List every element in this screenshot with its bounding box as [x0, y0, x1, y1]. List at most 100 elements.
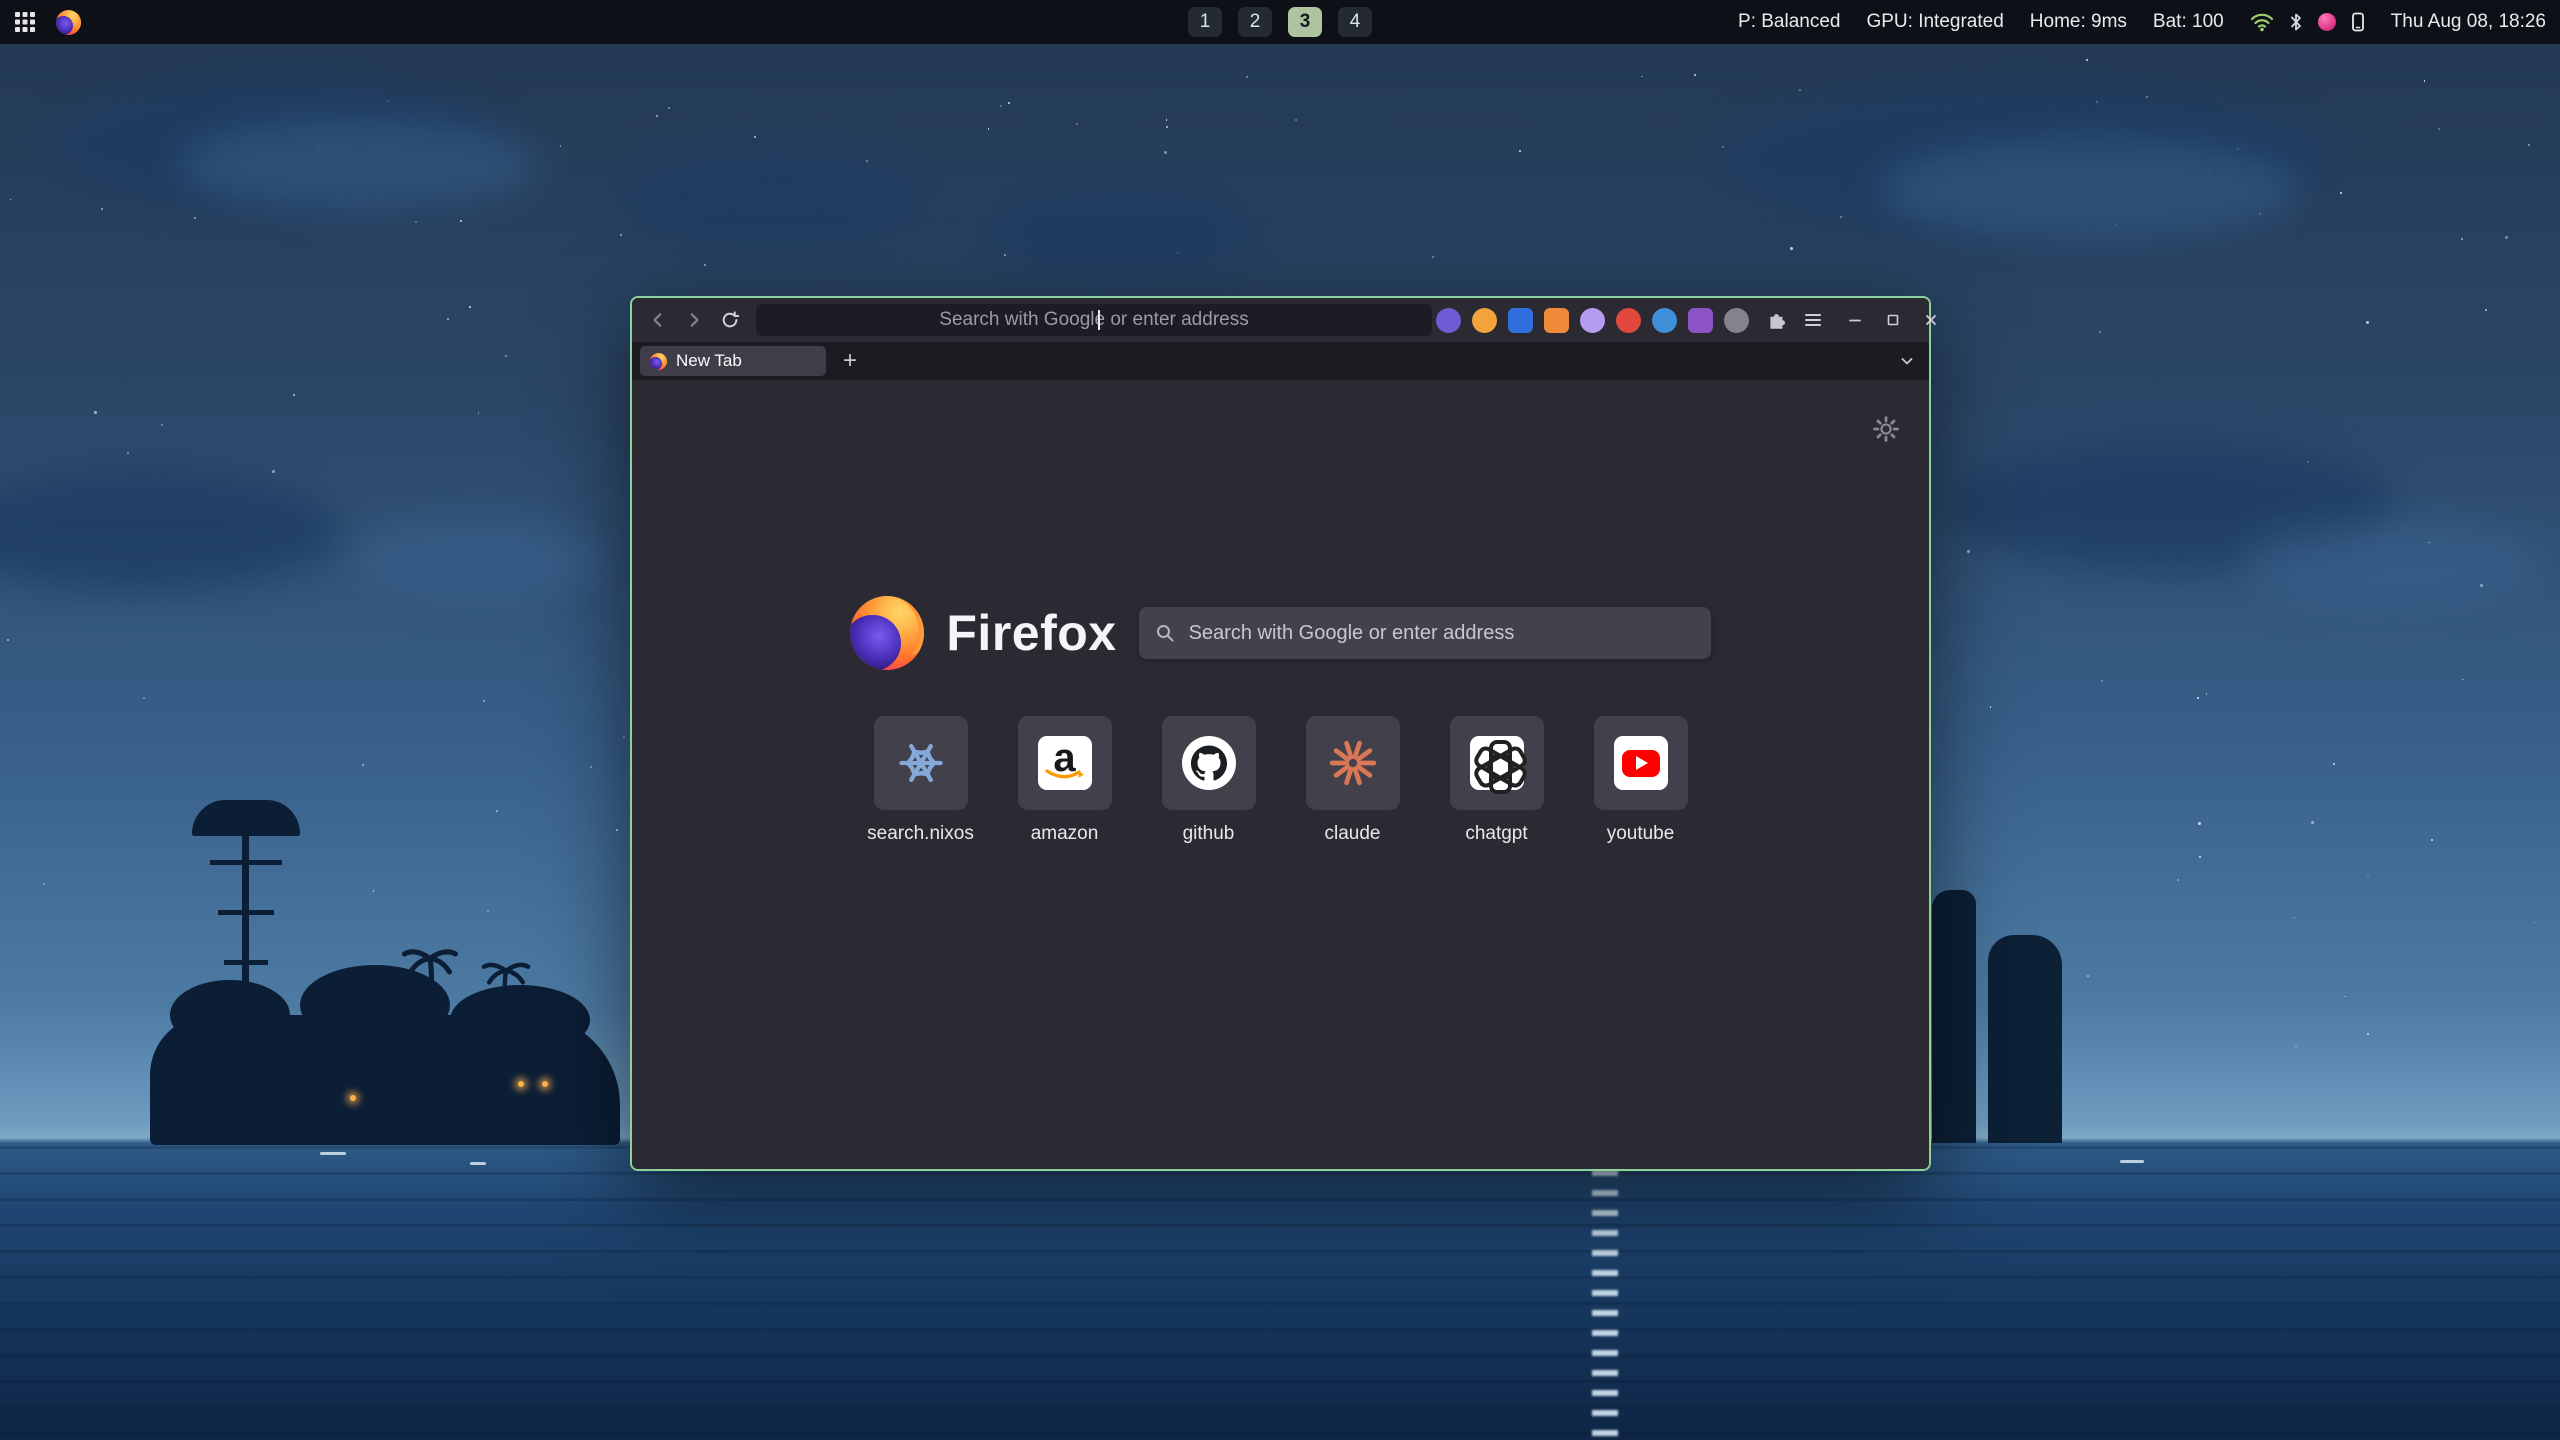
new-tab-page: Firefox — [632, 380, 1929, 1169]
shortcut-label: amazon — [1031, 823, 1099, 845]
bluetooth-icon[interactable] — [2289, 12, 2303, 32]
tab-new-tab[interactable]: New Tab — [640, 346, 826, 376]
forward-button[interactable] — [678, 304, 710, 336]
star — [272, 470, 275, 473]
palm-tree-icon — [480, 955, 532, 1015]
star — [988, 128, 990, 130]
extension-icon-1[interactable] — [1436, 308, 1461, 333]
maximize-button[interactable] — [1877, 304, 1909, 336]
shortcut-label: chatgpt — [1465, 823, 1527, 845]
wifi-icon[interactable] — [2250, 12, 2274, 32]
workspace-2[interactable]: 2 — [1238, 7, 1272, 37]
minimize-button[interactable] — [1839, 304, 1871, 336]
star — [1000, 105, 1002, 107]
back-button[interactable] — [642, 304, 674, 336]
star — [94, 411, 97, 414]
star — [2366, 321, 2369, 324]
star — [1295, 119, 1297, 121]
pier — [260, 1131, 560, 1139]
star — [2367, 875, 2369, 877]
star — [161, 424, 163, 426]
new-tab-button[interactable]: + — [836, 347, 864, 375]
home-latency-module: Home: 9ms — [2030, 11, 2127, 33]
top-bar: 1 2 3 4 P: Balanced GPU: Integrated Home… — [0, 0, 2560, 44]
star — [1432, 256, 1434, 258]
list-all-tabs-chevron-icon[interactable] — [1893, 347, 1921, 375]
star — [2431, 839, 2433, 841]
extension-icon-5[interactable] — [1580, 308, 1605, 333]
star — [656, 115, 658, 117]
openai-knot-icon — [1473, 739, 1521, 787]
firefox-icon[interactable] — [56, 10, 81, 35]
magenta-indicator-icon[interactable] — [2318, 13, 2336, 31]
star — [1519, 150, 1521, 152]
shortcut-claude[interactable]: claude — [1294, 716, 1412, 845]
workspace-3-active[interactable]: 3 — [1288, 7, 1322, 37]
star — [194, 217, 196, 219]
firefox-wordmark: Firefox — [946, 604, 1116, 662]
star — [668, 107, 670, 109]
gpu-module: GPU: Integrated — [1866, 11, 2003, 33]
star — [101, 208, 103, 210]
star — [2505, 236, 2508, 239]
hut-light — [350, 1095, 356, 1101]
address-bar[interactable] — [756, 304, 1432, 336]
apps-grid-icon[interactable] — [14, 11, 36, 33]
star — [2206, 693, 2208, 695]
star — [1641, 76, 1643, 78]
star — [2424, 80, 2426, 82]
star — [1164, 151, 1167, 154]
workspace-4[interactable]: 4 — [1338, 7, 1372, 37]
shortcut-github[interactable]: github — [1150, 716, 1268, 845]
star — [43, 883, 45, 885]
shortcut-amazon[interactable]: a amazon — [1006, 716, 1124, 845]
star — [293, 394, 295, 396]
star — [2197, 697, 2199, 699]
star — [1790, 247, 1793, 250]
star — [620, 234, 622, 236]
power-profile-module: P: Balanced — [1738, 11, 1840, 33]
hut-light — [542, 1081, 548, 1087]
newtab-settings-gear-icon[interactable] — [1871, 414, 1901, 444]
workspace-1[interactable]: 1 — [1188, 7, 1222, 37]
shortcut-search-nixos[interactable]: search.nixos — [862, 716, 980, 845]
nixos-snowflake-icon — [895, 737, 947, 789]
extension-icon-2[interactable] — [1472, 308, 1497, 333]
shortcut-youtube[interactable]: youtube — [1582, 716, 1700, 845]
device-icon[interactable] — [2351, 12, 2365, 32]
extension-icon-4[interactable] — [1544, 308, 1569, 333]
newtab-search-input[interactable] — [1187, 621, 1695, 646]
shortcut-label: youtube — [1607, 823, 1675, 845]
close-button[interactable] — [1915, 304, 1947, 336]
star — [469, 306, 471, 308]
star — [2461, 238, 2463, 240]
tab-title: New Tab — [676, 351, 742, 371]
extensions-puzzle-icon[interactable] — [1761, 304, 1793, 336]
star — [1990, 706, 1992, 708]
ocean-waves — [0, 1146, 2560, 1440]
cloud — [2240, 520, 2540, 610]
workspace-switcher: 1 2 3 4 — [1188, 0, 1372, 44]
window-controls — [1839, 304, 1947, 336]
extension-icon-3[interactable] — [1508, 308, 1533, 333]
navigation-toolbar — [632, 298, 1929, 342]
star — [2333, 763, 2335, 765]
address-bar-input[interactable] — [756, 303, 1432, 337]
clock-module[interactable]: Thu Aug 08, 18:26 — [2391, 11, 2546, 33]
shortcut-chatgpt[interactable]: chatgpt — [1438, 716, 1556, 845]
star — [2344, 996, 2346, 998]
star — [2534, 922, 2536, 924]
extension-icon-9[interactable] — [1724, 308, 1749, 333]
star — [2087, 975, 2089, 977]
tab-bar: New Tab + — [632, 342, 1929, 380]
star — [2294, 917, 2296, 919]
shortcut-label: github — [1183, 823, 1235, 845]
reload-button[interactable] — [714, 304, 746, 336]
newtab-search-box[interactable] — [1139, 607, 1711, 659]
firefox-logo — [850, 596, 924, 670]
menu-hamburger-icon[interactable] — [1797, 304, 1829, 336]
star — [460, 220, 462, 222]
extension-icon-7[interactable] — [1652, 308, 1677, 333]
extension-icon-8[interactable] — [1688, 308, 1713, 333]
extension-icon-6[interactable] — [1616, 308, 1641, 333]
